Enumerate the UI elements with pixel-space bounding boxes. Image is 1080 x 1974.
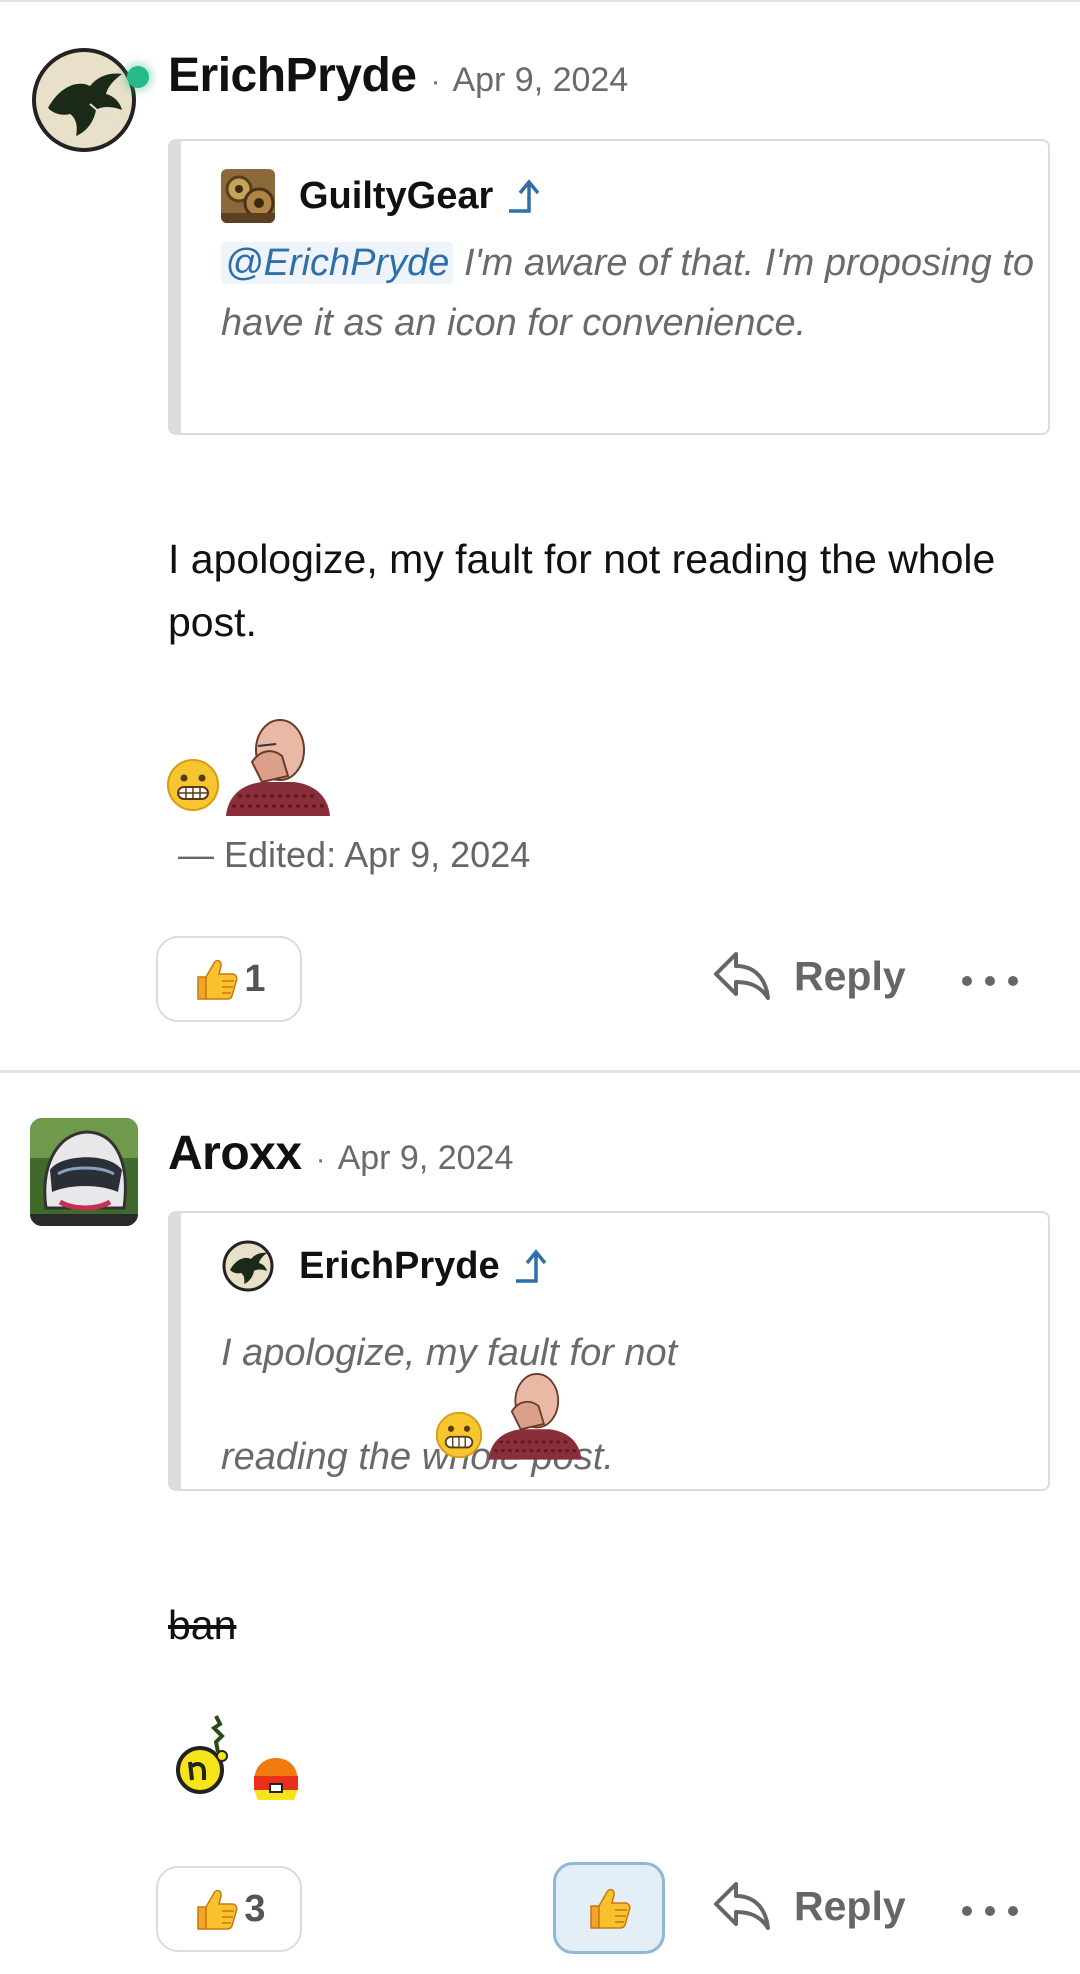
- quote-username: ErichPryde: [299, 1244, 500, 1287]
- reply-button[interactable]: Reply: [712, 950, 906, 1002]
- more-dot-icon: [985, 1906, 995, 1916]
- username[interactable]: Aroxx: [168, 1126, 302, 1181]
- more-options-button[interactable]: [962, 1891, 1018, 1931]
- user-like-toggle-button[interactable]: [553, 1862, 665, 1954]
- post-body: I apologize, my fault for not reading th…: [168, 536, 996, 645]
- edited-note[interactable]: — Edited: Apr 9, 2024: [178, 834, 530, 876]
- separator: ·: [430, 65, 441, 98]
- more-options-button[interactable]: [962, 961, 1018, 1001]
- separator: ·: [315, 1143, 326, 1176]
- mention-link[interactable]: @ErichPryde: [221, 242, 454, 284]
- reply-arrow-icon: [714, 952, 770, 1000]
- user-avatar[interactable]: [30, 46, 138, 154]
- facepalm-picard-emoji-icon: [226, 719, 330, 816]
- grimacing-emoji-icon: [167, 759, 219, 811]
- like-button[interactable]: 3: [156, 1866, 302, 1952]
- gear-art-avatar-icon: [221, 169, 275, 223]
- jump-to-post-arrow-icon[interactable]: [505, 177, 543, 215]
- grimacing-emoji-icon: [435, 1411, 483, 1459]
- username[interactable]: ErichPryde: [168, 48, 417, 103]
- more-dot-icon: [1008, 1906, 1018, 1916]
- reply-button[interactable]: Reply: [712, 1880, 906, 1932]
- jump-to-post-arrow-icon[interactable]: [512, 1247, 550, 1285]
- like-count: 3: [244, 1887, 266, 1930]
- facepalm-picard-emoji-icon: [488, 1373, 582, 1460]
- online-status-dot: [127, 66, 149, 88]
- more-dot-icon: [985, 976, 995, 986]
- thumbs-up-icon: [197, 1889, 238, 1930]
- quote-block: ErichPryde I apologize, my fault for not…: [168, 1211, 1050, 1491]
- post-header: Aroxx · Apr 9, 2024: [168, 1126, 513, 1181]
- quote-block: GuiltyGear @ErichPryde I'm aware of that…: [168, 139, 1050, 435]
- quote-avatar: [221, 169, 275, 223]
- like-count: 1: [244, 957, 266, 1000]
- more-dot-icon: [962, 1906, 972, 1916]
- quote-avatar: [221, 1239, 275, 1293]
- angry-face-emoji-icon: [254, 1758, 298, 1800]
- post-aroxx: Aroxx · Apr 9, 2024 ErichPryde I apologi…: [0, 1072, 1080, 1974]
- post-erichpryde: ErichPryde · Apr 9, 2024 GuiltyGear @Eri…: [0, 0, 1080, 1073]
- user-avatar[interactable]: [30, 1118, 138, 1226]
- quote-header[interactable]: ErichPryde: [221, 1239, 550, 1293]
- quote-text: @ErichPryde I'm aware of that. I'm propo…: [221, 233, 1041, 353]
- post-date[interactable]: Apr 9, 2024: [452, 61, 628, 100]
- quote-username: GuiltyGear: [299, 174, 494, 217]
- more-dot-icon: [962, 976, 972, 986]
- reply-arrow-icon: [714, 1882, 770, 1930]
- quote-header[interactable]: GuiltyGear: [221, 169, 543, 223]
- post-body: ban: [168, 1602, 237, 1648]
- thumbs-up-icon: [590, 1888, 631, 1929]
- reply-label: Reply: [794, 1882, 906, 1929]
- post-header: ErichPryde · Apr 9, 2024: [168, 48, 628, 103]
- bird-silhouette-avatar-icon: [221, 1239, 275, 1293]
- like-button[interactable]: 1: [156, 936, 302, 1022]
- reply-label: Reply: [794, 952, 906, 999]
- more-dot-icon: [1008, 976, 1018, 986]
- thumbs-up-icon: [197, 959, 238, 1000]
- bird-silhouette-avatar-icon: [30, 46, 138, 154]
- post-date[interactable]: Apr 9, 2024: [338, 1139, 514, 1178]
- motorcycle-helmet-avatar-icon: [30, 1118, 138, 1226]
- ban-hammer-emoji-icon: [176, 1715, 228, 1794]
